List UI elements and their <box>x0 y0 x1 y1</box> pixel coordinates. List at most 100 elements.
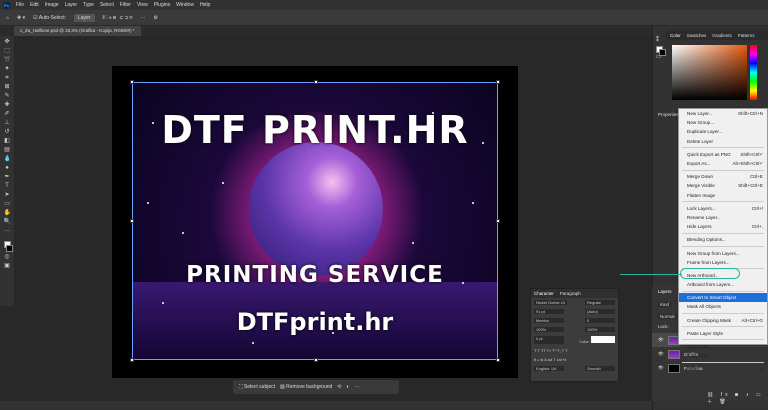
context-menu-item[interactable]: Mask All Objects <box>679 302 767 311</box>
stamp-tool-icon[interactable]: ⊥ <box>4 120 11 127</box>
context-menu-item[interactable]: Create Clipping Mask Alt+Ctrl+G <box>679 316 767 325</box>
background-color-swatch[interactable] <box>5 245 13 252</box>
home-icon[interactable]: ⌂ <box>6 15 9 21</box>
layer-actions[interactable]: ⛓ fx ◙ ◑ ▭ ＋ 🗑 <box>707 392 768 405</box>
pen-tool-icon[interactable]: ✒ <box>4 174 11 181</box>
language-select[interactable]: English: UK <box>534 366 564 371</box>
gradient-tool-icon[interactable]: ▤ <box>4 147 11 154</box>
transform-handle[interactable] <box>496 219 500 223</box>
brush-settings-icon[interactable]: ⁑ <box>656 36 663 43</box>
transform-handle[interactable] <box>314 358 318 362</box>
context-menu-item[interactable]: Copy SVG <box>679 351 767 360</box>
gear-icon[interactable]: ⚙ <box>154 15 158 21</box>
zoom-tool-icon[interactable]: 🔍 <box>4 219 11 226</box>
context-menu-item[interactable]: Flatten Image <box>679 191 767 200</box>
type-style-buttons[interactable]: T T TT Tт T¹ T₁ T T <box>531 346 618 355</box>
frame-tool-icon[interactable]: ⊠ <box>4 84 11 91</box>
move-tool-icon[interactable]: ✥ <box>4 39 11 46</box>
auto-select-dropdown[interactable]: Layer <box>73 13 95 22</box>
context-menu-item[interactable]: Artboard from Layers... <box>679 280 767 289</box>
document-tab[interactable]: o_Za_Halftone.psd @ 33,3% (Grafika - Kop… <box>14 26 141 36</box>
menu-filter[interactable]: Filter <box>120 2 131 8</box>
context-menu-item[interactable]: Hide Layers Ctrl+, <box>679 222 767 231</box>
tab-color[interactable]: Color <box>670 33 681 38</box>
context-menu-item[interactable]: Lock Layers... Ctrl+/ <box>679 204 767 213</box>
healing-brush-icon[interactable]: ✚ <box>4 102 11 109</box>
transform-icon[interactable]: ⟲ <box>337 384 341 390</box>
tab-character[interactable]: Character <box>534 291 554 296</box>
context-menu-item[interactable]: Rename Layer... <box>679 213 767 222</box>
transform-handle[interactable] <box>314 80 318 84</box>
vertical-scale-field[interactable]: 100% <box>534 327 564 332</box>
type-tool-icon[interactable]: T <box>4 183 11 190</box>
transform-bounding-box[interactable] <box>130 80 500 362</box>
shape-tool-icon[interactable]: ▭ <box>4 201 11 208</box>
menu-window[interactable]: Window <box>176 2 194 8</box>
font-family-select[interactable]: Nickel Gothic v3 <box>534 300 567 305</box>
leading-field[interactable]: (Auto) <box>585 309 615 314</box>
dodge-tool-icon[interactable]: ● <box>4 165 11 172</box>
more-tools-icon[interactable]: ··· <box>4 228 11 235</box>
menu-help[interactable]: Help <box>200 2 210 8</box>
eraser-icon[interactable]: ◧ <box>4 138 11 145</box>
context-menu-item[interactable]: Quick Export as PNG Shift+Ctrl+' <box>679 150 767 159</box>
antialias-select[interactable]: Smooth <box>585 366 615 371</box>
magic-wand-icon[interactable]: ✦ <box>4 66 11 73</box>
history-brush-icon[interactable]: ↺ <box>4 129 11 136</box>
tab-paragraph[interactable]: Paragraph <box>560 291 581 296</box>
context-menu-item[interactable]: New Layer... Shift+Ctrl+N <box>679 109 767 118</box>
background-color[interactable] <box>659 49 666 56</box>
menu-type[interactable]: Type <box>83 2 94 8</box>
brush-tool-icon[interactable]: ✐ <box>4 111 11 118</box>
context-menu-item[interactable]: Paste Layer Style <box>679 329 767 338</box>
menu-select[interactable]: Select <box>100 2 114 8</box>
menu-layer[interactable]: Layer <box>65 2 78 8</box>
auto-select-checkbox[interactable]: ☑ Auto-Select: <box>33 15 66 21</box>
align-icons[interactable]: ⫴ ⫶ ⫷ ⊟ ⊏ ⊐ ⊓ <box>103 15 133 21</box>
context-menu-item[interactable]: Copy CSS <box>679 342 767 351</box>
layer-kind-filter[interactable]: Kind <box>658 302 672 307</box>
context-menu-item[interactable]: Convert to Smart Object <box>679 293 767 303</box>
context-menu-item[interactable]: Duplicate Layer... <box>679 127 767 136</box>
marquee-tool-icon[interactable]: ⬚ <box>4 48 11 55</box>
select-subject-button[interactable]: ⛶ Select subject <box>239 384 275 390</box>
context-menu-item[interactable]: Frame from Layers... <box>679 258 767 267</box>
context-menu-item[interactable]: New Group... <box>679 118 767 127</box>
kerning-field[interactable]: Metrics <box>534 318 564 323</box>
color-picker-field[interactable] <box>672 45 747 100</box>
eyedropper-icon[interactable]: ✎ <box>4 93 11 100</box>
transform-handle[interactable] <box>130 219 134 223</box>
quick-mask-icon[interactable]: ◎ <box>4 254 11 261</box>
blend-mode-select[interactable]: Normal <box>658 314 677 319</box>
hand-tool-icon[interactable]: ✋ <box>4 210 11 217</box>
horizontal-scale-field[interactable]: 100% <box>585 327 615 332</box>
more-icon[interactable]: ··· <box>141 15 146 21</box>
context-menu-item[interactable]: Merge Down Ctrl+E <box>679 172 767 181</box>
opentype-buttons[interactable]: fi ℴ st A ad T 1st ½ <box>531 355 618 364</box>
tracking-field[interactable]: 0 <box>585 318 615 323</box>
crop-tool-icon[interactable]: ⌗ <box>4 75 11 82</box>
menu-image[interactable]: Image <box>45 2 59 8</box>
context-menu-item[interactable]: Color ▸ <box>679 364 767 373</box>
context-menu-item[interactable]: Delete Layer <box>679 137 767 146</box>
context-menu-item[interactable]: Merge Visible Shift+Ctrl+E <box>679 181 767 190</box>
transform-handle[interactable] <box>130 358 134 362</box>
menu-file[interactable]: File <box>16 2 24 8</box>
visibility-eye-icon[interactable]: 👁 <box>658 351 664 357</box>
baseline-shift-field[interactable]: 0 pt <box>534 336 564 344</box>
tab-swatches[interactable]: Swatches <box>687 33 707 38</box>
mask-icon[interactable]: ◐ <box>347 384 350 390</box>
more-options-icon[interactable]: ··· <box>355 384 360 390</box>
transform-handle[interactable] <box>130 80 134 84</box>
menu-plugins[interactable]: Plugins <box>154 2 170 8</box>
remove-background-button[interactable]: ▨ Remove background <box>280 384 332 390</box>
context-menu-item[interactable]: Blending Options... <box>679 235 767 244</box>
tab-gradients[interactable]: Gradients <box>712 33 732 38</box>
text-color-swatch[interactable] <box>591 336 615 343</box>
lasso-tool-icon[interactable]: ➰ <box>4 57 11 64</box>
transform-handle[interactable] <box>496 80 500 84</box>
visibility-eye-icon[interactable]: 👁 <box>658 337 664 343</box>
transform-handle[interactable] <box>496 358 500 362</box>
menu-edit[interactable]: Edit <box>30 2 39 8</box>
hue-slider[interactable] <box>750 45 757 100</box>
